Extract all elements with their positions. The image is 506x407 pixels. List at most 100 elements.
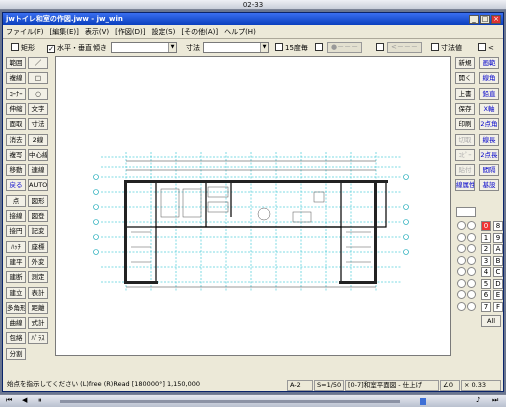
layer-group-button[interactable] [467, 244, 476, 253]
maximize-button[interactable]: □ [480, 15, 490, 24]
dimval-checkbox[interactable]: 寸法値 [431, 43, 462, 53]
left-tool-button[interactable]: 消去 [6, 133, 26, 146]
layer-button[interactable]: 6 [481, 290, 491, 300]
right-tool-button[interactable]: 間隔 [479, 164, 499, 177]
left-tool-button[interactable]: 2線 [28, 133, 48, 146]
right-tool-button[interactable]: 新規 [455, 57, 475, 69]
left-tool-button[interactable]: 連線 [28, 164, 48, 177]
right-tool-button[interactable]: 切取 [455, 133, 475, 146]
left-tool-button[interactable]: 建断 [6, 271, 26, 284]
volume-icon[interactable]: ♪ [476, 396, 480, 404]
rewind-icon[interactable]: ◀ [22, 396, 27, 404]
rect-check-box[interactable] [11, 43, 19, 51]
left-tool-button[interactable]: 建平 [6, 255, 26, 268]
left-tool-button[interactable]: 接線 [6, 210, 26, 222]
zoom-display[interactable]: × 0.33 [461, 380, 501, 391]
left-tool-button[interactable]: 面取 [6, 118, 26, 131]
left-tool-button[interactable]: □ [28, 72, 48, 85]
menu-file[interactable]: ファイル(F) [3, 27, 47, 38]
layer-button[interactable]: 7 [481, 301, 491, 312]
left-tool-button[interactable]: ／ [28, 57, 48, 69]
layer-button[interactable]: 5 [481, 278, 491, 289]
menu-view[interactable]: 表示(V) [82, 27, 112, 38]
left-tool-button[interactable]: 移動 [6, 164, 26, 177]
left-tool-button[interactable]: 図形 [28, 194, 48, 207]
line-color-swatch[interactable] [456, 207, 476, 217]
right-tool-button[interactable]: 線角 [479, 72, 499, 85]
left-tool-button[interactable]: 複線 [6, 72, 26, 85]
arrow1-checkbox[interactable] [315, 43, 325, 53]
deg15-check-box[interactable] [275, 43, 283, 51]
layer-group-button[interactable] [457, 278, 466, 288]
layer-group-button[interactable] [467, 221, 476, 230]
layer-group-button[interactable] [467, 278, 476, 288]
right-tool-button[interactable]: 上書 [455, 87, 475, 100]
right-tool-button[interactable]: 鉛直 [479, 87, 499, 100]
layer-group-button[interactable] [457, 301, 466, 311]
lt-checkbox[interactable]: < [478, 43, 494, 53]
chevron-down-icon[interactable]: ▼ [168, 43, 176, 52]
layer-button[interactable]: A [493, 244, 503, 254]
left-tool-button[interactable]: 建立 [6, 286, 26, 299]
close-button[interactable]: × [491, 15, 501, 24]
right-tool-button[interactable]: 保存 [455, 102, 475, 115]
lt-check-box[interactable] [478, 43, 486, 51]
left-tool-button[interactable]: 文字 [28, 102, 48, 115]
hv-checkbox[interactable]: ✓ 水平・垂直 [47, 43, 92, 53]
angle-display[interactable]: ∠0 [440, 380, 460, 391]
pause-icon[interactable]: ⏸ [38, 396, 42, 405]
menu-draw[interactable]: [作図(D)] [112, 27, 148, 38]
arrow-start-button[interactable]: ●－－－ [327, 42, 363, 53]
left-tool-button[interactable]: 複写 [6, 148, 26, 161]
right-tool-button[interactable]: 画範 [479, 57, 499, 69]
left-tool-button[interactable]: 伸縮 [6, 102, 26, 115]
left-tool-button[interactable]: 図登 [28, 210, 48, 222]
layer-button[interactable]: B [493, 255, 503, 266]
dimval-check-box[interactable] [431, 43, 439, 51]
arrow-end-button[interactable]: <－－－ [387, 42, 422, 53]
left-tool-button[interactable]: 表計 [28, 286, 48, 299]
layer-button[interactable]: 8 [493, 221, 503, 231]
menu-help[interactable]: ヘルプ(H) [221, 27, 259, 38]
right-tool-button[interactable]: 2点長 [479, 148, 499, 161]
left-tool-button[interactable]: 曲線 [6, 317, 26, 330]
right-tool-button[interactable]: 2点角 [479, 118, 499, 131]
left-tool-button[interactable]: ﾊﾟﾗｽ [28, 332, 48, 345]
seek-bar[interactable] [60, 400, 400, 403]
left-tool-button[interactable]: ｺｰﾅｰ [6, 87, 26, 100]
layer-group-button[interactable] [467, 267, 476, 276]
right-tool-button[interactable]: X軸 [479, 102, 499, 115]
left-tool-button[interactable]: ﾊｯﾁ [6, 240, 26, 253]
drawing-canvas[interactable] [55, 56, 451, 356]
left-tool-button[interactable]: 距離 [28, 301, 48, 314]
right-tool-button[interactable]: 開く [455, 72, 475, 85]
left-tool-button[interactable]: 寸法 [28, 118, 48, 131]
layer-group-button[interactable] [467, 290, 476, 299]
right-tool-button[interactable]: ｺﾋﾟｰ [455, 148, 475, 161]
deg15-checkbox[interactable]: 15度毎 [275, 43, 308, 53]
left-tool-button[interactable]: 点 [6, 194, 26, 207]
layer-button[interactable]: C [493, 267, 503, 277]
left-tool-button[interactable]: 式計 [28, 317, 48, 330]
left-tool-button[interactable]: 記変 [28, 225, 48, 238]
menu-settings[interactable]: 設定(S) [148, 27, 178, 38]
left-tool-button[interactable]: 多角形 [6, 301, 26, 314]
left-tool-button[interactable]: 戻る [6, 179, 26, 192]
left-tool-button[interactable]: 中心線 [28, 148, 48, 161]
left-tool-button[interactable]: 分割 [6, 347, 26, 360]
right-tool-button[interactable]: 線属性 [455, 179, 475, 192]
layer-group-button[interactable] [457, 267, 466, 276]
layer-button[interactable]: F [493, 301, 503, 312]
size-combo[interactable]: ▼ [203, 42, 269, 53]
layer-button[interactable]: E [493, 290, 503, 300]
right-tool-button[interactable]: 基設 [479, 179, 499, 192]
layer-group-button[interactable] [457, 232, 466, 242]
arrow2-check-box[interactable] [376, 43, 384, 51]
layer-group-button[interactable] [467, 301, 476, 311]
left-tool-button[interactable]: 外変 [28, 255, 48, 268]
left-tool-button[interactable]: AUTO [28, 179, 48, 192]
next-icon[interactable]: ⏭ [492, 396, 498, 405]
layer-button[interactable]: D [493, 278, 503, 289]
rect-checkbox[interactable]: 矩形 [11, 43, 35, 53]
arrow1-check-box[interactable] [315, 43, 323, 51]
